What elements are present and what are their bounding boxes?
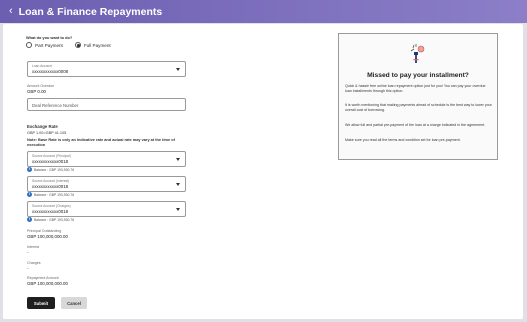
info-icon: i <box>27 192 32 197</box>
source-principal-value: xxxxxxxxxxxx0018 <box>32 159 69 164</box>
source-account-interest-select[interactable]: Source Account (Interest) xxxxxxxxxxxx00… <box>27 176 186 192</box>
chevron-down-icon <box>176 68 180 71</box>
exchange-rate-note: Note: Base Rate is only an indicative ra… <box>27 137 175 147</box>
info-icon: i <box>27 167 32 172</box>
source-charges-balance: i Balance : GBP 193,930.76 <box>27 217 74 222</box>
payment-type-radio-group: Part Payment Full Payment <box>26 42 120 48</box>
page-title: Loan & Finance Repayments <box>18 5 163 18</box>
interest-value: - <box>27 250 29 255</box>
panel-paragraph-2: It is worth mentioning that making payme… <box>345 103 492 112</box>
loan-account-value: xxxxxxxxxxxx0008 <box>32 69 69 74</box>
amount-overdue-value: GBP 0.00 <box>27 89 46 94</box>
source-principal-label: Source Account (Principal) <box>32 154 71 158</box>
full-payment-option[interactable]: Full Payment <box>74 42 111 48</box>
interest-label: Interest <box>27 245 39 249</box>
source-account-charges-select[interactable]: Source Account (Charges) xxxxxxxxxxxx001… <box>27 201 186 217</box>
payment-type-question: What do you want to do? <box>26 35 73 40</box>
part-payment-radio[interactable] <box>26 42 32 48</box>
cancel-button[interactable]: Cancel <box>61 297 87 309</box>
exchange-rate-label: Exchange Rate <box>27 124 58 129</box>
chevron-down-icon <box>176 183 180 186</box>
full-payment-label: Full Payment <box>83 42 111 48</box>
repayment-amount-label: Repayment Amount <box>27 276 59 280</box>
source-account-principal-select[interactable]: Source Account (Principal) xxxxxxxxxxxx0… <box>27 151 186 167</box>
source-principal-balance: i Balance : GBP 193,930.76 <box>27 167 74 172</box>
source-principal-balance-text: Balance : GBP 193,930.76 <box>34 167 75 172</box>
info-icon: i <box>27 217 32 222</box>
back-arrow-icon[interactable]: ‹ <box>9 6 13 17</box>
part-payment-label: Part Payment <box>35 42 63 48</box>
source-charges-value: xxxxxxxxxxxx0018 <box>32 209 69 214</box>
chevron-down-icon <box>176 208 180 211</box>
source-interest-value: xxxxxxxxxxxx0018 <box>32 184 69 189</box>
loan-account-label: Loan Account <box>32 64 52 68</box>
charges-value: - <box>27 266 29 271</box>
panel-title: Missed to pay your installment? <box>367 72 469 79</box>
repayment-amount-value: GBP 100,000,000.00 <box>27 281 68 286</box>
chevron-down-icon <box>176 158 180 161</box>
principal-outstanding-label: Principal Outstanding <box>27 229 62 233</box>
amount-overdue-label: Amount Overdue <box>27 84 55 88</box>
principal-outstanding-value: GBP 100,000,000.00 <box>27 234 68 239</box>
panel-paragraph-4: Make sure you read all the terms and con… <box>345 138 461 142</box>
submit-button[interactable]: Submit <box>27 297 55 309</box>
panel-paragraph-3: We allow full and partial pre-payment of… <box>345 123 486 127</box>
loan-account-select[interactable]: Loan Account xxxxxxxxxxxx0008 <box>27 61 186 77</box>
app-header: ‹ Loan & Finance Repayments <box>0 0 527 23</box>
deal-reference-input[interactable]: Deal Reference Number <box>27 98 186 111</box>
source-interest-balance-text: Balance : GBP 193,930.76 <box>34 192 75 197</box>
info-panel: Missed to pay your installment? Quick & … <box>338 33 498 160</box>
exchange-rate-value: GBP 1.00=GBP 41.105 <box>27 131 67 135</box>
part-payment-option[interactable]: Part Payment <box>26 42 63 48</box>
charges-label: Charges <box>27 261 41 265</box>
source-interest-label: Source Account (Interest) <box>32 179 70 183</box>
panel-paragraph-1: Quick & hassle free online loan repaymen… <box>345 84 486 93</box>
full-payment-radio[interactable] <box>74 42 81 48</box>
source-charges-balance-text: Balance : GBP 193,930.76 <box>34 217 75 222</box>
hand-coin-icon <box>410 44 425 63</box>
source-interest-balance: i Balance : GBP 193,930.76 <box>27 192 74 197</box>
source-charges-label: Source Account (Charges) <box>32 204 71 208</box>
